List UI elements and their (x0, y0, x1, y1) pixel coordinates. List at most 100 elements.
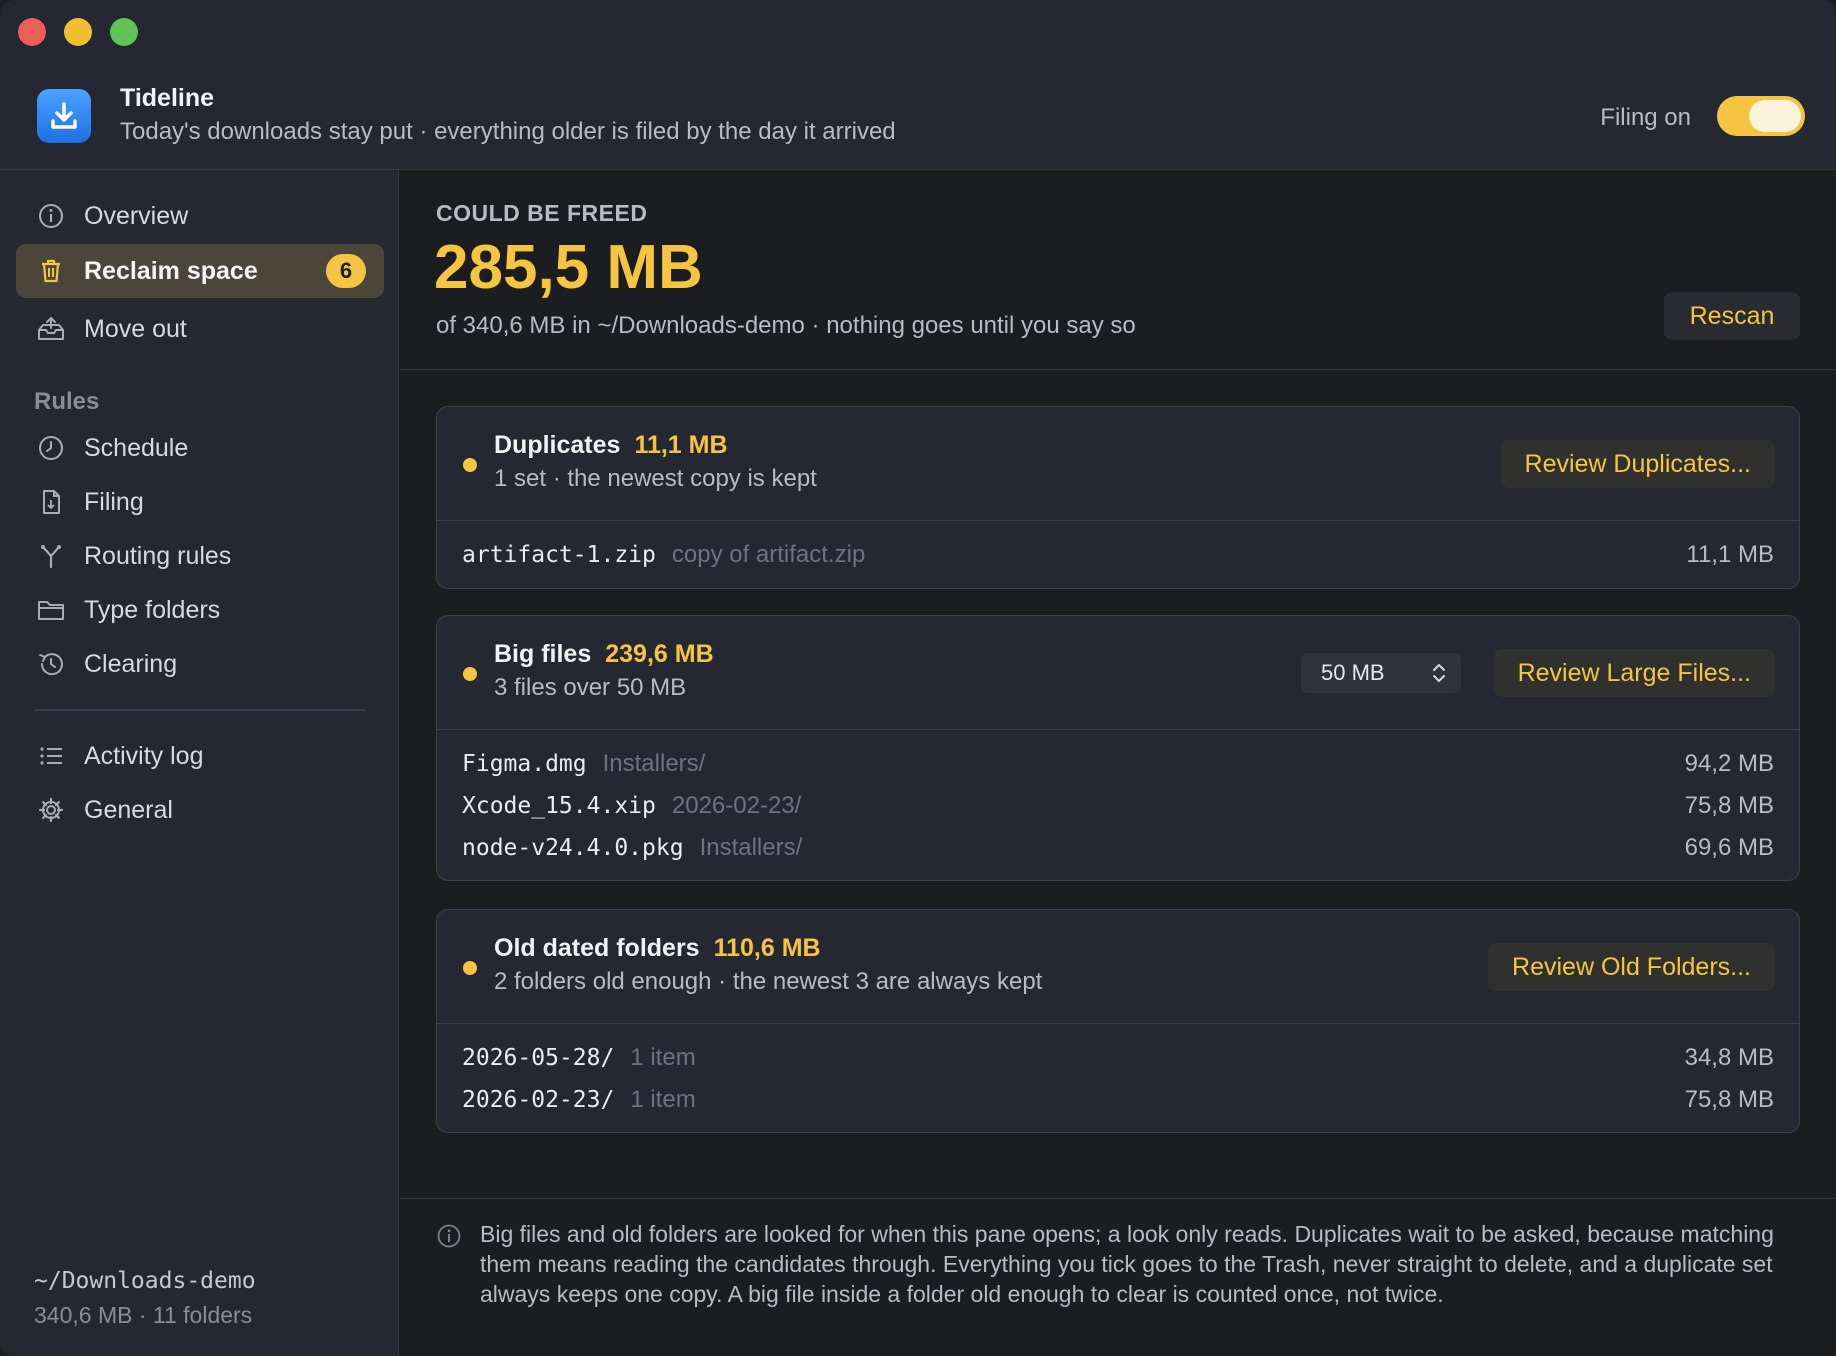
info-icon (34, 199, 68, 233)
sidebar-item-label: Filing (84, 487, 144, 516)
sidebar-item-label: Activity log (84, 741, 204, 770)
file-row: artifact-1.zip copy of artifact.zip 11,1 … (437, 533, 1799, 575)
card-title: Duplicates 11,1 MB (494, 431, 728, 460)
old-folders-card: Old dated folders 110,6 MB 2 folders old … (436, 909, 1800, 1133)
file-size: 34,8 MB (1684, 1044, 1774, 1071)
app-tagline: Today's downloads stay put · everything … (120, 118, 896, 145)
sidebar-item-routing-rules[interactable]: Routing rules (16, 529, 384, 583)
sidebar-item-label: Move out (84, 314, 187, 343)
folder-stats: 340,6 MB · 11 folders (34, 1302, 253, 1328)
card-header: Old dated folders 110,6 MB 2 folders old … (437, 910, 1799, 1024)
sidebar-item-clearing[interactable]: Clearing (16, 637, 384, 691)
sidebar-item-label: General (84, 795, 173, 824)
file-name-text: Figma.dmg (462, 751, 587, 777)
file-row: Xcode_15.4.xip 2026-02-23/ 75,8 MB (437, 784, 1799, 826)
sidebar-item-move-out[interactable]: Move out (16, 302, 384, 356)
app-window: Tideline Today's downloads stay put · ev… (0, 0, 1836, 1356)
sidebar-item-type-folders[interactable]: Type folders (16, 583, 384, 637)
sidebar-item-label: Schedule (84, 433, 189, 462)
filing-toggle-label: Filing on (1600, 104, 1691, 131)
review-duplicates-button[interactable]: Review Duplicates... (1500, 440, 1775, 488)
footer-note: Big files and old folders are looked for… (480, 1221, 1774, 1307)
sidebar-item-schedule[interactable]: Schedule (16, 421, 384, 475)
file-name-text: artifact-1.zip (462, 542, 656, 568)
list-icon (34, 739, 68, 773)
rescan-button[interactable]: Rescan (1664, 292, 1800, 340)
trash-icon (34, 254, 68, 288)
document-icon (34, 485, 68, 519)
rules-section-label: Rules (34, 388, 100, 415)
sidebar-item-label: Clearing (84, 649, 178, 678)
sidebar-item-label: Type folders (84, 595, 221, 624)
file-row: 2026-02-23/1 item 75,8 MB (437, 1078, 1799, 1120)
file-name: 2026-05-28/1 item (462, 1044, 696, 1072)
file-name-text: node-v24.4.0.pkg (462, 835, 684, 861)
card-header: Duplicates 11,1 MB 1 set · the newest cop… (437, 407, 1799, 521)
sidebar-item-activity-log[interactable]: Activity log (16, 729, 384, 783)
file-note: copy of artifact.zip (671, 541, 866, 568)
history-icon (34, 647, 68, 681)
sidebar-item-filing[interactable]: Filing (16, 475, 384, 529)
minimize-window-button[interactable] (64, 18, 92, 46)
sidebar-item-general[interactable]: General (16, 783, 384, 837)
file-list: 2026-05-28/1 item 34,8 MB 2026-02-23/1 i… (437, 1024, 1799, 1120)
zoom-window-button[interactable] (110, 18, 138, 46)
file-name: artifact-1.zip copy of artifact.zip (462, 541, 865, 569)
sidebar-divider (34, 709, 366, 711)
gear-icon (34, 793, 68, 827)
app-name: Tideline (120, 84, 215, 112)
toggle-knob (1749, 100, 1801, 132)
file-size: 94,2 MB (1684, 750, 1774, 777)
card-title-text: Duplicates (494, 431, 621, 459)
threshold-value: 50 MB (1321, 660, 1385, 685)
file-note: Installers/ (699, 834, 803, 861)
window-controls (18, 18, 138, 46)
freeable-amount: 285,5 MB (434, 233, 703, 302)
card-title-text: Big files (494, 640, 592, 668)
review-old-folders-button[interactable]: Review Old Folders... (1488, 943, 1775, 991)
file-name: Figma.dmg Installers/ (462, 750, 705, 778)
file-row: Figma.dmg Installers/ 94,2 MB (437, 742, 1799, 784)
summary-section: COULD BE FREED 285,5 MB of 340,6 MB in ~… (400, 170, 1836, 370)
file-size: 11,1 MB (1686, 541, 1774, 568)
card-subtitle: 3 files over 50 MB (494, 674, 687, 701)
count-badge: 6 (326, 254, 366, 288)
summary-subtitle: of 340,6 MB in ~/Downloads-demo · nothin… (436, 312, 1136, 339)
sidebar: Overview Reclaim space 6 Move out Rules … (0, 170, 399, 1356)
card-title: Old dated folders 110,6 MB (494, 934, 821, 963)
file-note: 2026-02-23/ (671, 792, 802, 819)
status-dot (463, 667, 477, 681)
card-size: 110,6 MB (713, 934, 821, 962)
fork-icon (34, 539, 68, 573)
status-dot (463, 458, 477, 472)
info-footer: Big files and old folders are looked for… (400, 1198, 1836, 1356)
clock-icon (34, 431, 68, 465)
card-title: Big files 239,6 MB (494, 640, 714, 669)
file-name-text: 2026-05-28/ (462, 1045, 615, 1071)
file-list: Figma.dmg Installers/ 94,2 MB Xcode_15.4.… (437, 730, 1799, 868)
folder-icon (34, 593, 68, 627)
file-note: Installers/ (602, 750, 706, 777)
file-note: 1 item (630, 1044, 696, 1071)
file-note: 1 item (630, 1086, 696, 1113)
card-title-text: Old dated folders (494, 934, 700, 962)
app-download-icon (37, 89, 91, 143)
size-threshold-select[interactable]: 50 MB (1301, 653, 1461, 693)
card-size: 239,6 MB (605, 640, 714, 668)
file-row: node-v24.4.0.pkg Installers/ 69,6 MB (437, 826, 1799, 868)
file-size: 69,6 MB (1684, 834, 1774, 861)
review-large-files-button[interactable]: Review Large Files... (1493, 649, 1775, 697)
file-size: 75,8 MB (1684, 1086, 1774, 1113)
card-header: Big files 239,6 MB 3 files over 50 MB 50 … (437, 616, 1799, 730)
sidebar-item-label: Reclaim space (84, 256, 258, 285)
summary-kicker: COULD BE FREED (436, 200, 648, 226)
file-name: 2026-02-23/1 item (462, 1086, 696, 1114)
sidebar-item-reclaim-space[interactable]: Reclaim space 6 (16, 244, 384, 298)
duplicates-card: Duplicates 11,1 MB 1 set · the newest cop… (436, 406, 1800, 589)
close-window-button[interactable] (18, 18, 46, 46)
card-subtitle: 2 folders old enough · the newest 3 are … (494, 968, 1043, 995)
sidebar-item-label: Overview (84, 201, 189, 230)
sidebar-item-overview[interactable]: Overview (16, 189, 384, 243)
folder-path: ~/Downloads-demo (34, 1268, 256, 1294)
filing-toggle[interactable] (1717, 96, 1805, 136)
